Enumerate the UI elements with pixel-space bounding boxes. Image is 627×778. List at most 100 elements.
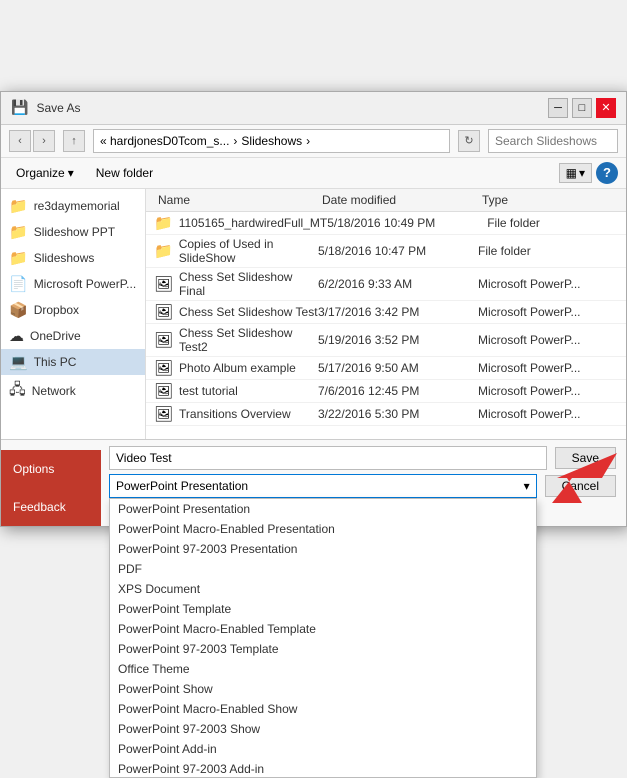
file-date: 5/18/2016 10:47 PM bbox=[318, 244, 478, 258]
forward-button[interactable]: › bbox=[33, 130, 55, 152]
search-box: 🔍 bbox=[488, 129, 618, 153]
sidebar-item-onedrive[interactable]: ☁ OneDrive bbox=[1, 323, 145, 349]
view-button[interactable]: ▦ ▾ bbox=[559, 163, 592, 183]
table-row[interactable]: 🖼 Chess Set Slideshow Test 3/17/2016 3:4… bbox=[146, 301, 626, 324]
dropdown-item[interactable]: PowerPoint 97-2003 Add-in bbox=[110, 759, 536, 778]
file-name-cell: 🖼 Chess Set Slideshow Test2 bbox=[154, 326, 318, 354]
table-row[interactable]: 📁 Copies of Used in SlideShow 5/18/2016 … bbox=[146, 235, 626, 268]
file-icon: 🖼 bbox=[154, 275, 173, 293]
file-icon: 📁 bbox=[154, 214, 173, 232]
file-name-text: test tutorial bbox=[179, 384, 238, 398]
maximize-button[interactable]: □ bbox=[572, 98, 592, 118]
save-type-dropdown[interactable]: PowerPoint Presentation ▾ bbox=[109, 474, 537, 498]
breadcrumb-part1: « hardjonesD0Tcom_s... bbox=[100, 134, 229, 148]
sidebar-item-slideshow-ppt[interactable]: 📁Slideshow PPT bbox=[1, 219, 145, 245]
sidebar-item-this-pc[interactable]: 💻 This PC bbox=[1, 349, 145, 375]
left-panel-item-feedback[interactable]: Feedback bbox=[1, 488, 101, 526]
table-row[interactable]: 🖼 Chess Set Slideshow Final 6/2/2016 9:3… bbox=[146, 268, 626, 301]
sidebar-item-label: OneDrive bbox=[30, 329, 81, 343]
dropdown-item[interactable]: PowerPoint 97-2003 Template bbox=[110, 639, 536, 659]
left-panel: OptionsFeedback bbox=[1, 450, 101, 526]
file-icon: 🖼 bbox=[154, 303, 173, 321]
folder-icon: 🖧 bbox=[9, 379, 26, 404]
dialog-title: Save As bbox=[36, 101, 80, 115]
file-name-cell: 🖼 Chess Set Slideshow Final bbox=[154, 270, 318, 298]
table-row[interactable]: 📁 1105165_hardwiredFull_MT 5/18/2016 10:… bbox=[146, 212, 626, 235]
up-button[interactable]: ↑ bbox=[63, 130, 85, 152]
breadcrumb-sep2: › bbox=[306, 134, 310, 148]
dropdown-item[interactable]: PowerPoint Macro-Enabled Presentation bbox=[110, 519, 536, 539]
file-type: Microsoft PowerP... bbox=[478, 384, 618, 398]
breadcrumb[interactable]: « hardjonesD0Tcom_s... › Slideshows › bbox=[93, 129, 450, 153]
file-type: Microsoft PowerP... bbox=[478, 305, 618, 319]
sidebar: 📁re3daymemorial📁Slideshow PPT📁Slideshows… bbox=[1, 189, 146, 439]
dropdown-item[interactable]: PowerPoint 97-2003 Show bbox=[110, 719, 536, 739]
cancel-button[interactable]: Cancel bbox=[545, 475, 616, 497]
file-rows: 📁 1105165_hardwiredFull_MT 5/18/2016 10:… bbox=[146, 212, 626, 426]
file-name-text: Copies of Used in SlideShow bbox=[179, 237, 318, 265]
file-type: Microsoft PowerP... bbox=[478, 361, 618, 375]
header-type[interactable]: Type bbox=[478, 191, 618, 209]
table-row[interactable]: 🖼 Chess Set Slideshow Test2 5/19/2016 3:… bbox=[146, 324, 626, 357]
table-row[interactable]: 🖼 Photo Album example 5/17/2016 9:50 AM … bbox=[146, 357, 626, 380]
dropdown-chevron: ▾ bbox=[524, 479, 530, 493]
dropdown-item[interactable]: PowerPoint Add-in bbox=[110, 739, 536, 759]
sidebar-item-network[interactable]: 🖧Network bbox=[1, 375, 145, 408]
help-button[interactable]: ? bbox=[596, 162, 618, 184]
dropdown-item[interactable]: PowerPoint 97-2003 Presentation bbox=[110, 539, 536, 559]
left-panel-item-options[interactable]: Options bbox=[1, 450, 101, 488]
header-date[interactable]: Date modified bbox=[318, 191, 478, 209]
dropdown-item[interactable]: PowerPoint Macro-Enabled Show bbox=[110, 699, 536, 719]
view-chevron: ▾ bbox=[579, 166, 585, 180]
file-name-cell: 🖼 Chess Set Slideshow Test bbox=[154, 303, 318, 321]
sidebar-item-microsoft-powerp[interactable]: 📄Microsoft PowerP... bbox=[1, 271, 145, 297]
folder-icon: 💻 bbox=[9, 353, 28, 371]
file-type: File folder bbox=[478, 244, 618, 258]
sidebar-item-slideshows[interactable]: 📁Slideshows bbox=[1, 245, 145, 271]
dropdown-item[interactable]: PowerPoint Macro-Enabled Template bbox=[110, 619, 536, 639]
file-name-text: Chess Set Slideshow Test2 bbox=[179, 326, 318, 354]
file-name-cell: 🖼 Photo Album example bbox=[154, 359, 318, 377]
file-date: 6/2/2016 9:33 AM bbox=[318, 277, 478, 291]
search-input[interactable] bbox=[495, 134, 627, 148]
sidebar-item-re3daymemorial[interactable]: 📁re3daymemorial bbox=[1, 193, 145, 219]
new-folder-button[interactable]: New folder bbox=[89, 163, 160, 183]
save-button[interactable]: Save bbox=[555, 447, 616, 469]
refresh-button[interactable]: ↻ bbox=[458, 130, 480, 152]
savetype-row: Save as type: PowerPoint Presentation ▾ … bbox=[11, 474, 616, 498]
header-name[interactable]: Name bbox=[154, 191, 318, 209]
sidebar-item-label: This PC bbox=[34, 355, 77, 369]
folder-icon: ☁ bbox=[9, 327, 24, 345]
sidebar-item-label: Microsoft PowerP... bbox=[34, 277, 136, 291]
file-type: Microsoft PowerP... bbox=[478, 333, 618, 347]
dropdown-item[interactable]: Office Theme bbox=[110, 659, 536, 679]
dropdown-item[interactable]: XPS Document bbox=[110, 579, 536, 599]
dropdown-item[interactable]: PowerPoint Template bbox=[110, 599, 536, 619]
file-icon: 🖼 bbox=[154, 382, 173, 400]
file-date: 3/17/2016 3:42 PM bbox=[318, 305, 478, 319]
file-date: 5/18/2016 10:49 PM bbox=[327, 216, 487, 230]
sidebar-item-dropbox[interactable]: 📦Dropbox bbox=[1, 297, 145, 323]
folder-icon: 📁 bbox=[9, 223, 28, 241]
close-button[interactable]: ✕ bbox=[596, 98, 616, 118]
file-type: Microsoft PowerP... bbox=[478, 277, 618, 291]
filename-row: File name: Save bbox=[11, 446, 616, 470]
file-name-cell: 🖼 Transitions Overview bbox=[154, 405, 318, 423]
folder-icon: 📁 bbox=[9, 249, 28, 267]
dropdown-item[interactable]: PowerPoint Show bbox=[110, 679, 536, 699]
table-row[interactable]: 🖼 test tutorial 7/6/2016 12:45 PM Micros… bbox=[146, 380, 626, 403]
table-row[interactable]: 🖼 Transitions Overview 3/22/2016 5:30 PM… bbox=[146, 403, 626, 426]
file-name-input[interactable] bbox=[109, 446, 547, 470]
organize-chevron: ▾ bbox=[68, 166, 74, 180]
file-name-cell: 📁 Copies of Used in SlideShow bbox=[154, 237, 318, 265]
back-button[interactable]: ‹ bbox=[9, 130, 31, 152]
dropdown-list: PowerPoint PresentationPowerPoint Macro-… bbox=[109, 498, 537, 778]
dropdown-item[interactable]: PDF bbox=[110, 559, 536, 579]
view-options: ▦ ▾ ? bbox=[559, 162, 618, 184]
file-icon: 📁 bbox=[154, 242, 173, 260]
dropdown-item[interactable]: PowerPoint Presentation bbox=[110, 499, 536, 519]
organize-button[interactable]: Organize ▾ bbox=[9, 163, 81, 183]
file-list-header: Name Date modified Type bbox=[146, 189, 626, 212]
file-icon: 🖼 bbox=[154, 359, 173, 377]
minimize-button[interactable]: ─ bbox=[548, 98, 568, 118]
